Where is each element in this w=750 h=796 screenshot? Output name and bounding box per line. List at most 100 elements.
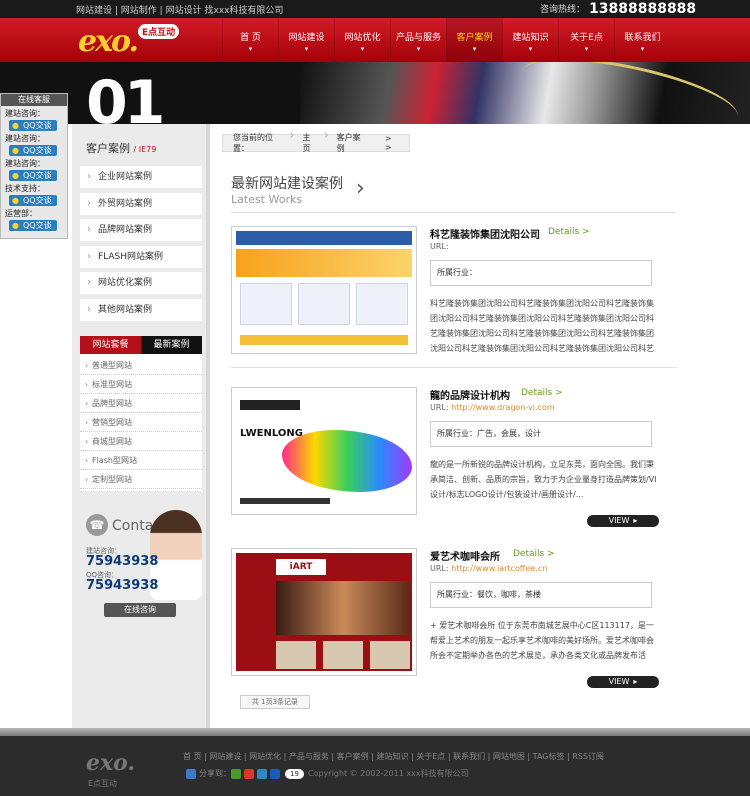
nav-label: 产品与服务 xyxy=(395,33,441,43)
pagination: 共 1页3条记录 xyxy=(240,695,310,709)
qq-chat-button[interactable]: QQ交谈 xyxy=(9,120,57,131)
case-industry: 所属行业： xyxy=(430,260,652,286)
tab-packages[interactable]: 网站套餐 xyxy=(80,336,141,354)
top-bar: 网站建设 | 网站制作 | 网站设计 找xxx科技有限公司 咨询热线： 13888… xyxy=(0,0,750,18)
breadcrumb-home[interactable]: 主页 xyxy=(292,128,328,154)
nav-label: 网站优化 xyxy=(344,33,381,43)
footer-link[interactable]: RSS订阅 xyxy=(572,752,604,761)
qq-chat-button[interactable]: QQ交谈 xyxy=(9,170,57,181)
contact-number: 75943938 xyxy=(86,554,159,569)
nav-label: 首 页 xyxy=(240,33,261,43)
sidebar-tabs: 网站套餐 最新案例 xyxy=(80,336,202,354)
package-item[interactable]: 品牌型网站 xyxy=(80,394,202,413)
nav-item-about[interactable]: 关于E点 ▾ xyxy=(558,18,614,62)
nav-item-knowledge[interactable]: 建站知识 ▾ xyxy=(502,18,558,62)
chevron-right-icon: › xyxy=(356,176,365,201)
case-thumbnail[interactable]: iART xyxy=(231,548,417,676)
footer: exo. E点互动 首 页 | 网站建设 | 网站优化 | 产品与服务 | 客户… xyxy=(0,736,750,796)
details-link[interactable]: Details > xyxy=(513,549,555,559)
nav-item-products[interactable]: 产品与服务 ▾ xyxy=(390,18,446,62)
share-plus-icon[interactable] xyxy=(186,768,196,779)
footer-link[interactable]: 网站优化 xyxy=(249,752,281,761)
package-item[interactable]: Flash型网站 xyxy=(80,451,202,470)
footer-link[interactable]: 首 页 xyxy=(183,752,202,761)
case-thumbnail[interactable]: LWENLONG xyxy=(231,387,417,515)
package-list: 普通型网站 标准型网站 品牌型网站 营销型网站 商城型网站 Flash型网站 定… xyxy=(80,354,202,491)
footer-link[interactable]: 关于E点 xyxy=(416,752,445,761)
nav-label: 客户案例 xyxy=(456,33,493,43)
case-thumbnail[interactable] xyxy=(231,226,417,354)
chevron-down-icon: ▾ xyxy=(528,45,533,53)
site-logo[interactable]: exo. E点互动 xyxy=(78,22,188,59)
hotline-number: 13888888888 xyxy=(589,1,697,17)
footer-link[interactable]: 联系我们 xyxy=(453,752,485,761)
section-title: 最新网站建设案例 xyxy=(231,176,343,192)
package-item[interactable]: 营销型网站 xyxy=(80,413,202,432)
footer-link[interactable]: 客户案例 xyxy=(337,752,369,761)
details-link[interactable]: Details > xyxy=(521,388,563,398)
online-service-panel: 在线客服 建站咨询： QQ交谈 建站咨询： QQ交谈 建站咨询： QQ交谈 技术… xyxy=(0,93,68,239)
share-bar: 分享到： 19 xyxy=(186,768,304,779)
weibo-icon[interactable] xyxy=(244,768,254,779)
online-service-title: 在线客服 xyxy=(1,94,67,106)
details-link[interactable]: Details > xyxy=(548,227,590,237)
online-consult-button[interactable]: 在线咨询 xyxy=(104,603,176,617)
nav-item-contact[interactable]: 联系我们 ▾ xyxy=(614,18,670,62)
footer-link[interactable]: TAG标签 xyxy=(533,752,565,761)
service-label: 运营部： xyxy=(5,209,37,218)
qzone-icon[interactable] xyxy=(231,768,241,779)
footer-link[interactable]: 网站地图 xyxy=(493,752,525,761)
case-industry: 所属行业：广告，会展，设计 xyxy=(430,421,652,447)
sidebar-item[interactable]: 网站优化案例 xyxy=(80,272,202,294)
sidebar-item[interactable]: 品牌网站案例 xyxy=(80,219,202,241)
footer-link[interactable]: 网站建设 xyxy=(209,752,241,761)
nav-item-web-build[interactable]: 网站建设 ▾ xyxy=(278,18,334,62)
footer-link[interactable]: 产品与服务 xyxy=(289,752,329,761)
case-name[interactable]: 龍的品牌设计机构 xyxy=(430,387,510,402)
breadcrumb-current[interactable]: 客户案例 xyxy=(327,132,375,154)
top-link[interactable]: 找xxx科技有限公司 xyxy=(204,6,283,16)
sidebar-item[interactable]: FLASH网站案例 xyxy=(80,245,202,268)
qq-chat-button[interactable]: QQ交谈 xyxy=(9,220,57,231)
tencent-weibo-icon[interactable] xyxy=(257,768,267,779)
sidebar-item[interactable]: 外贸网站案例 xyxy=(80,192,202,215)
header: exo. E点互动 首 页 ▾ 网站建设 ▾ 网站优化 ▾ 产品与服务 ▾ 客户案例 ▾ … xyxy=(0,18,750,62)
nav-label: 建站知识 xyxy=(512,33,549,43)
hotline-label: 咨询热线： xyxy=(540,5,586,15)
top-link[interactable]: 网站制作 xyxy=(121,6,157,16)
service-label: 建站咨询： xyxy=(5,134,45,143)
package-item[interactable]: 商城型网站 xyxy=(80,432,202,451)
breadcrumb-label: 您当前的位置： xyxy=(223,128,295,154)
top-link[interactable]: 网站建设 xyxy=(76,6,112,16)
phone-icon: ☎ xyxy=(86,514,108,536)
qq-chat-button[interactable]: QQ交谈 xyxy=(9,145,57,156)
view-button[interactable]: VIEW xyxy=(587,676,659,688)
case-description: 科艺隆装饰集团沈阳公司科艺隆装饰集团沈阳公司科艺隆装饰集团沈阳公司科艺隆装饰集团… xyxy=(430,299,654,353)
chevron-down-icon: ▾ xyxy=(416,45,421,53)
copyright: Copyright © 2002-2011 xxx科技有限公司 xyxy=(308,769,469,778)
view-button[interactable]: VIEW xyxy=(587,515,659,527)
service-label: 建站咨询： xyxy=(5,109,45,118)
qq-chat-button[interactable]: QQ交谈 xyxy=(9,195,57,206)
case-industry: 所属行业：餐饮，咖啡，茶楼 xyxy=(430,582,652,608)
nav-item-cases[interactable]: 客户案例 ▾ xyxy=(446,18,502,62)
share-count: 19 xyxy=(285,768,304,779)
footer-logo-sub: E点互动 xyxy=(88,779,118,788)
sidebar-item[interactable]: 企业网站案例 xyxy=(80,166,202,188)
package-item[interactable]: 标准型网站 xyxy=(80,375,202,394)
tab-latest-cases[interactable]: 最新案例 xyxy=(141,336,202,354)
hotline: 咨询热线： 13888888888 xyxy=(540,1,696,17)
sidebar-item[interactable]: 其他网站案例 xyxy=(80,298,202,321)
case-name[interactable]: 科艺隆装饰集团沈阳公司 xyxy=(430,226,540,241)
renren-icon[interactable] xyxy=(270,768,280,779)
package-item[interactable]: 定制型网站 xyxy=(80,470,202,489)
package-item[interactable]: 普通型网站 xyxy=(80,356,202,375)
case-name[interactable]: 爱艺术咖啡会所 xyxy=(430,548,500,563)
nav-item-seo[interactable]: 网站优化 ▾ xyxy=(334,18,390,62)
divider xyxy=(231,367,677,368)
contact-number: 75943938 xyxy=(86,578,159,593)
nav-item-home[interactable]: 首 页 ▾ xyxy=(222,18,278,62)
nav-label: 联系我们 xyxy=(624,33,661,43)
footer-link[interactable]: 建站知识 xyxy=(376,752,408,761)
top-link[interactable]: 网站设计 xyxy=(166,6,202,16)
